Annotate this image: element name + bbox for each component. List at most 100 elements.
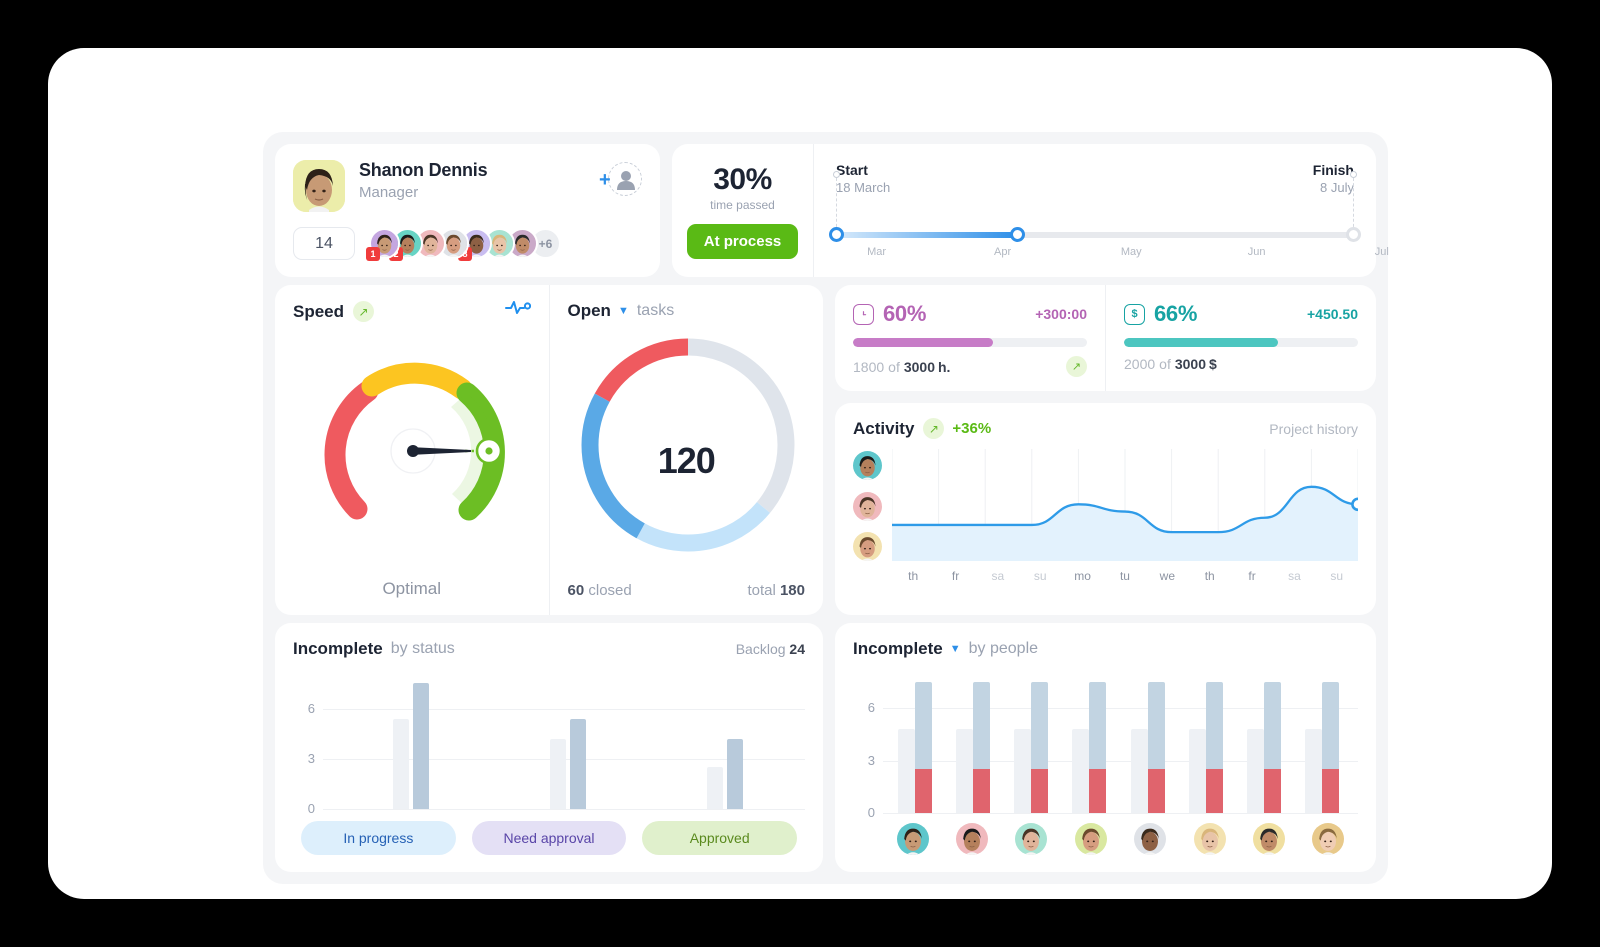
team-avatar[interactable]: 1: [366, 228, 400, 261]
people-avatar[interactable]: [1015, 823, 1048, 855]
bar-overdue[interactable]: [973, 769, 991, 813]
arrow-up-right-icon[interactable]: ↗: [1066, 356, 1087, 377]
activity-avatar[interactable]: [853, 491, 882, 521]
profile-role: Manager: [359, 184, 419, 201]
bar-overdue[interactable]: [1205, 769, 1223, 813]
timeline-months: Mar Apr May Jun Jul: [836, 246, 1389, 262]
people-avatar-cell: [1061, 823, 1120, 855]
bar-backdrop[interactable]: [1014, 729, 1032, 813]
bar-overdue[interactable]: [1147, 769, 1165, 813]
bar[interactable]: [550, 738, 566, 809]
bar-remaining[interactable]: [973, 681, 991, 770]
bar-backdrop[interactable]: [1072, 729, 1090, 813]
people-avatar[interactable]: [956, 823, 989, 855]
activity-avatar[interactable]: [853, 451, 882, 480]
status-pill[interactable]: Approved: [642, 821, 798, 855]
stat-unit: h.: [938, 358, 951, 375]
total-stat: total 180: [747, 582, 805, 599]
backlog-value: 24: [789, 641, 805, 657]
gridline: [883, 708, 1358, 709]
bar-backdrop[interactable]: [1130, 729, 1148, 813]
bar-remaining[interactable]: [1205, 681, 1223, 770]
stat-progress-track: [853, 338, 1087, 347]
bar[interactable]: [570, 718, 586, 809]
speed-header: Speed ↗: [293, 301, 531, 322]
day-label: sa: [1288, 569, 1301, 583]
chevron-down-icon[interactable]: ▼: [618, 305, 629, 317]
slider-current-knob[interactable]: [1010, 227, 1026, 242]
bar-backdrop[interactable]: [898, 729, 916, 813]
person-silhouette-icon: [617, 171, 635, 190]
y-axis-tick: 6: [307, 700, 315, 716]
avatar-stack[interactable]: 128+6: [366, 228, 561, 261]
bar-backdrop[interactable]: [956, 729, 974, 813]
people-avatar[interactable]: [1252, 823, 1285, 855]
bar-remaining[interactable]: [1031, 681, 1049, 770]
member-count[interactable]: 14: [293, 227, 355, 260]
bar-remaining[interactable]: [1147, 681, 1165, 770]
open-tasks-value: 120: [657, 440, 716, 481]
dollar-icon: $: [1124, 303, 1145, 325]
bar-backdrop[interactable]: [1188, 729, 1206, 813]
day-label: fr: [951, 569, 960, 583]
people-avatar[interactable]: [1193, 823, 1226, 855]
slider-end-knob[interactable]: [1346, 227, 1361, 242]
slider-start-knob[interactable]: [829, 227, 844, 242]
bar-overdue[interactable]: [1263, 769, 1281, 813]
chevron-down-icon[interactable]: ▼: [950, 643, 961, 655]
people-avatar[interactable]: [1312, 823, 1345, 855]
people-card-subtitle: by people: [968, 640, 1039, 657]
y-axis-tick: 3: [307, 750, 315, 766]
bar-remaining[interactable]: [1089, 681, 1107, 770]
speed-panel: Speed ↗ Optimal: [275, 285, 549, 615]
people-avatar-cell: [942, 823, 1001, 855]
month-label: Mar: [867, 246, 887, 258]
people-avatar[interactable]: [1074, 823, 1107, 855]
stat-header: 60% +300:00: [853, 301, 1087, 327]
open-tasks-title[interactable]: Open: [568, 301, 611, 321]
stat-of-word: of: [888, 358, 900, 375]
bar[interactable]: [706, 767, 723, 809]
stat-total: 3000: [1174, 356, 1206, 372]
avatar: [293, 160, 345, 212]
people-avatar[interactable]: [1134, 823, 1167, 855]
stat-progress-fill: [853, 338, 994, 347]
people-card-header: Incomplete ▼ by people: [853, 639, 1358, 659]
people-avatar[interactable]: [896, 823, 929, 855]
bar[interactable]: [413, 683, 430, 809]
start-tick-dot: [833, 171, 840, 178]
bar-overdue[interactable]: [915, 769, 933, 813]
status-button[interactable]: At process: [686, 223, 799, 259]
pulse-icon[interactable]: [504, 299, 531, 320]
activity-avatar[interactable]: [853, 532, 882, 561]
total-value: 180: [779, 582, 805, 599]
project-history-link[interactable]: Project history: [1269, 421, 1358, 437]
bar[interactable]: [726, 738, 743, 809]
add-person-icon[interactable]: +: [599, 162, 642, 196]
timeline-slider[interactable]: [829, 227, 1361, 242]
status-pill[interactable]: Need approval: [471, 821, 627, 855]
people-avatar-cell: [1299, 823, 1358, 855]
bar-overdue[interactable]: [1321, 769, 1339, 813]
stat-percent: 66%: [1154, 301, 1198, 326]
bar-overdue[interactable]: [1031, 769, 1049, 813]
bar-remaining[interactable]: [915, 681, 933, 770]
closed-value: 60: [567, 582, 585, 599]
y-axis-tick: 3: [867, 752, 875, 768]
people-card-title[interactable]: Incomplete: [853, 639, 943, 659]
app-window: Shanon Dennis Manager + 14 128+6 30% tim…: [48, 48, 1552, 899]
bar-backdrop[interactable]: [1304, 729, 1322, 813]
bar-remaining[interactable]: [1263, 681, 1281, 770]
stat-delta: +450.50: [1307, 306, 1358, 322]
profile-card: Shanon Dennis Manager + 14 128+6: [275, 144, 660, 277]
status-pill[interactable]: In progress: [301, 821, 456, 855]
activity-chart: th fr sa su mo tu we th fr sa su: [892, 449, 1358, 583]
bar[interactable]: [393, 718, 410, 809]
bar-overdue[interactable]: [1089, 769, 1107, 813]
stat-of-word: of: [1159, 356, 1171, 372]
bar-remaining[interactable]: [1321, 681, 1339, 770]
stat-progress-track: [1124, 338, 1358, 347]
status-pill-row: In progress Need approval Approved: [293, 821, 805, 855]
incomplete-by-people-card: Incomplete ▼ by people 6 3 0: [835, 623, 1376, 872]
bar-backdrop[interactable]: [1246, 729, 1264, 813]
